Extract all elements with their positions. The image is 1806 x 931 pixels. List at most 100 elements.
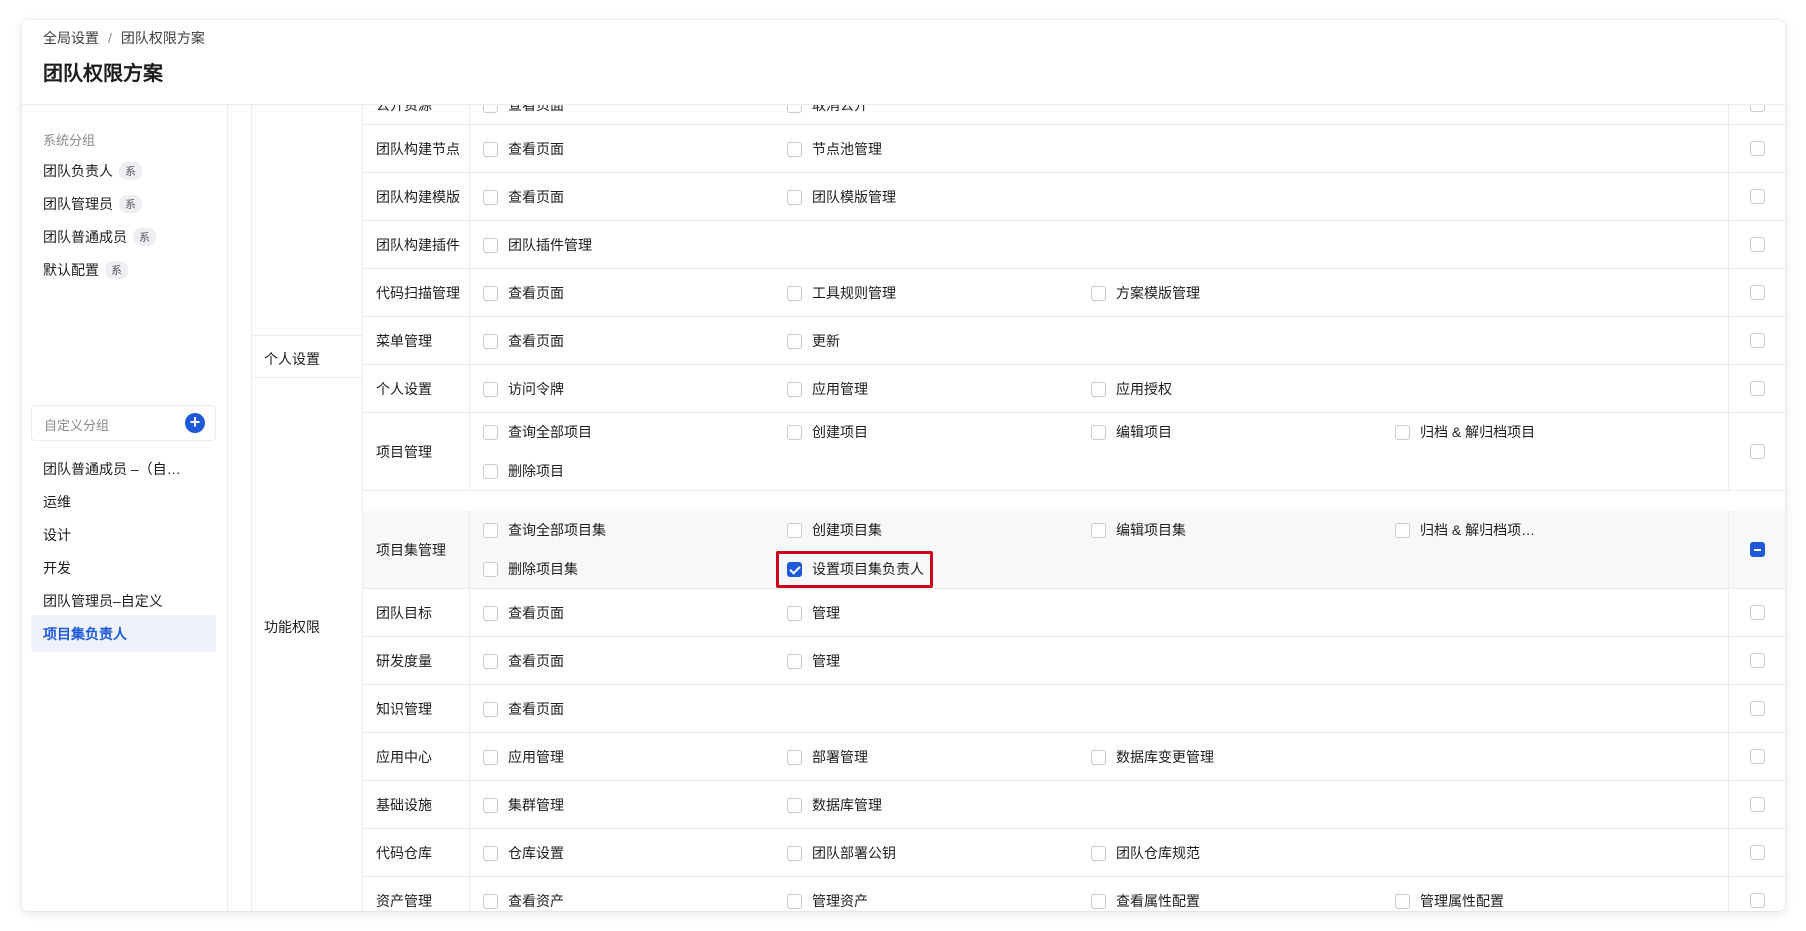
- row-select-all[interactable]: [1750, 845, 1765, 865]
- row-select-all[interactable]: [1750, 105, 1765, 117]
- row-select-all[interactable]: [1750, 141, 1765, 161]
- checkbox-icon[interactable]: [787, 333, 802, 349]
- permission-option[interactable]: 查看资产: [483, 890, 564, 911]
- checkbox-icon[interactable]: [1750, 749, 1765, 764]
- row-select-all[interactable]: [1750, 237, 1765, 257]
- permission-option[interactable]: 数据库变更管理: [1091, 746, 1214, 768]
- checkbox-icon[interactable]: [1750, 141, 1765, 156]
- permission-option[interactable]: 仓库设置: [483, 842, 564, 864]
- checkbox-checked-icon[interactable]: [787, 561, 802, 577]
- permission-option[interactable]: 团队模版管理: [787, 186, 896, 208]
- checkbox-icon[interactable]: [787, 893, 802, 909]
- checkbox-icon[interactable]: [787, 845, 802, 861]
- permission-option[interactable]: 编辑项目: [1091, 421, 1172, 443]
- breadcrumb-root[interactable]: 全局设置: [43, 28, 99, 48]
- checkbox-icon[interactable]: [483, 701, 498, 717]
- row-select-all[interactable]: [1750, 797, 1765, 817]
- permission-option[interactable]: 管理资产: [787, 890, 868, 911]
- permission-option[interactable]: 归档 & 解归档项…: [1395, 519, 1535, 541]
- checkbox-icon[interactable]: [1750, 285, 1765, 300]
- permission-option[interactable]: 集群管理: [483, 794, 564, 816]
- permission-option[interactable]: 部署管理: [787, 746, 868, 768]
- checkbox-icon[interactable]: [787, 189, 802, 205]
- row-select-all[interactable]: [1750, 189, 1765, 209]
- checkbox-icon[interactable]: [483, 189, 498, 205]
- checkbox-icon[interactable]: [787, 424, 802, 440]
- sidebar-item-custom[interactable]: 团队普通成员 –（自定义）: [31, 450, 216, 487]
- sidebar-item-system[interactable]: 团队普通成员系: [31, 218, 216, 255]
- sidebar-item-custom[interactable]: 开发: [31, 549, 216, 586]
- permission-option[interactable]: 取消公开: [787, 105, 868, 116]
- permission-option[interactable]: 创建项目: [787, 421, 868, 443]
- checkbox-icon[interactable]: [787, 797, 802, 813]
- permission-option[interactable]: 查询全部项目: [483, 421, 592, 443]
- row-select-all[interactable]: [1750, 605, 1765, 625]
- permission-option[interactable]: 数据库管理: [787, 794, 882, 816]
- checkbox-icon[interactable]: [787, 749, 802, 765]
- checkbox-icon[interactable]: [1091, 381, 1106, 397]
- permission-option[interactable]: 查看页面: [483, 602, 564, 624]
- permission-option[interactable]: 管理属性配置: [1395, 890, 1504, 911]
- checkbox-icon[interactable]: [1091, 424, 1106, 440]
- row-select-all[interactable]: [1750, 653, 1765, 673]
- row-select-all[interactable]: [1750, 381, 1765, 401]
- checkbox-indeterminate-icon[interactable]: [1750, 542, 1765, 557]
- sidebar-item-custom[interactable]: 设计: [31, 516, 216, 553]
- permission-option[interactable]: 查看页面: [483, 650, 564, 672]
- permission-option[interactable]: 应用授权: [1091, 378, 1172, 400]
- permission-option[interactable]: 查看属性配置: [1091, 890, 1200, 911]
- checkbox-icon[interactable]: [1091, 285, 1106, 301]
- checkbox-icon[interactable]: [1750, 701, 1765, 716]
- checkbox-icon[interactable]: [787, 381, 802, 397]
- row-select-all[interactable]: [1750, 285, 1765, 305]
- checkbox-icon[interactable]: [1091, 845, 1106, 861]
- checkbox-icon[interactable]: [1091, 749, 1106, 765]
- sidebar-item-system[interactable]: 团队负责人系: [31, 152, 216, 189]
- checkbox-icon[interactable]: [483, 605, 498, 621]
- checkbox-icon[interactable]: [483, 893, 498, 909]
- checkbox-icon[interactable]: [787, 653, 802, 669]
- permission-option[interactable]: 团队插件管理: [483, 234, 592, 256]
- permission-option[interactable]: 节点池管理: [787, 138, 882, 160]
- checkbox-icon[interactable]: [1091, 522, 1106, 538]
- permission-option[interactable]: 查看页面: [483, 698, 564, 720]
- checkbox-icon[interactable]: [1750, 381, 1765, 396]
- checkbox-icon[interactable]: [1750, 333, 1765, 348]
- checkbox-icon[interactable]: [1091, 893, 1106, 909]
- sidebar-item-custom[interactable]: 项目集负责人: [31, 615, 216, 652]
- checkbox-icon[interactable]: [483, 105, 498, 113]
- permission-option[interactable]: 访问令牌: [483, 378, 564, 400]
- permission-option[interactable]: 查看页面: [483, 105, 564, 116]
- checkbox-icon[interactable]: [483, 653, 498, 669]
- permission-option[interactable]: 查询全部项目集: [483, 519, 606, 541]
- permission-option[interactable]: 设置项目集负责人: [787, 558, 924, 580]
- permission-option[interactable]: 查看页面: [483, 330, 564, 352]
- checkbox-icon[interactable]: [483, 285, 498, 301]
- checkbox-icon[interactable]: [483, 237, 498, 253]
- permission-option[interactable]: 删除项目集: [483, 558, 578, 580]
- permission-option[interactable]: 团队部署公钥: [787, 842, 896, 864]
- checkbox-icon[interactable]: [1750, 893, 1765, 908]
- row-select-all[interactable]: [1750, 333, 1765, 353]
- permission-option[interactable]: 创建项目集: [787, 519, 882, 541]
- row-select-all[interactable]: [1750, 542, 1765, 562]
- checkbox-icon[interactable]: [787, 522, 802, 538]
- checkbox-icon[interactable]: [1395, 522, 1410, 538]
- add-group-icon[interactable]: +: [185, 413, 205, 433]
- permission-option[interactable]: 查看页面: [483, 282, 564, 304]
- permission-option[interactable]: 编辑项目集: [1091, 519, 1186, 541]
- checkbox-icon[interactable]: [1750, 189, 1765, 204]
- checkbox-icon[interactable]: [787, 285, 802, 301]
- checkbox-icon[interactable]: [483, 561, 498, 577]
- permission-option[interactable]: 方案模版管理: [1091, 282, 1200, 304]
- checkbox-icon[interactable]: [1750, 797, 1765, 812]
- permission-option[interactable]: 删除项目: [483, 460, 564, 482]
- permission-option[interactable]: 团队仓库规范: [1091, 842, 1200, 864]
- permission-option[interactable]: 查看页面: [483, 186, 564, 208]
- checkbox-icon[interactable]: [787, 141, 802, 157]
- row-select-all[interactable]: [1750, 701, 1765, 721]
- row-select-all[interactable]: [1750, 893, 1765, 911]
- checkbox-icon[interactable]: [483, 797, 498, 813]
- checkbox-icon[interactable]: [1750, 237, 1765, 252]
- sidebar-item-system[interactable]: 默认配置系: [31, 251, 216, 288]
